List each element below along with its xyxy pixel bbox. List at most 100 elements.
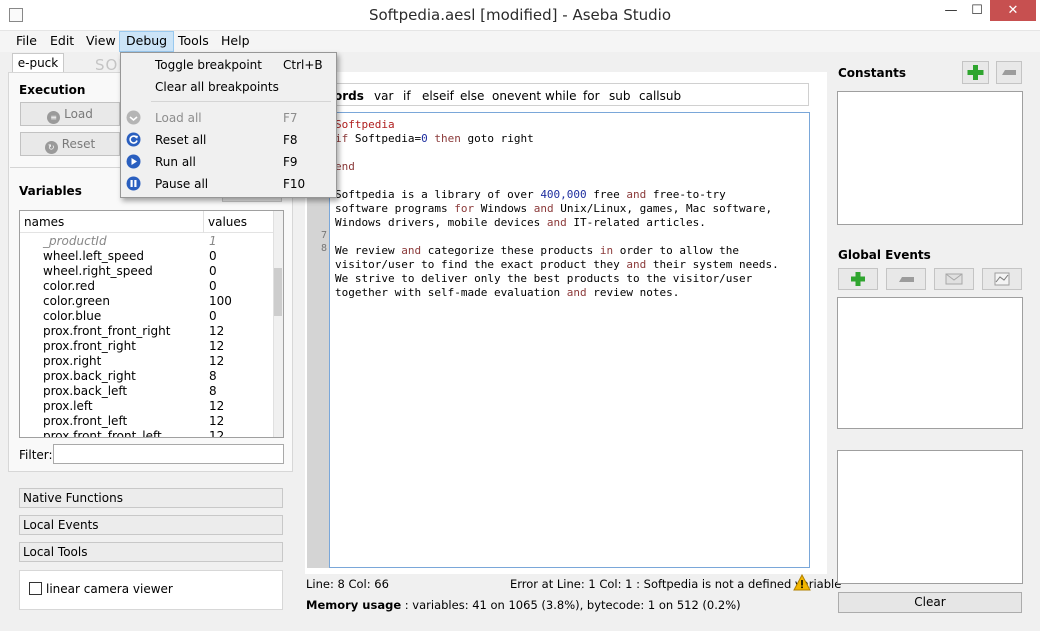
maximize-button[interactable]: ☐ [964, 0, 990, 21]
code-line: We review and categorize these products … [335, 244, 740, 257]
cursor-position: Line: 8 Col: 66 [306, 577, 389, 591]
constants-title: Constants [838, 66, 906, 80]
variables-scrollbar-thumb[interactable] [274, 268, 282, 316]
table-row[interactable]: prox.front_right 12 [20, 339, 275, 354]
global-events-list[interactable] [837, 297, 1023, 429]
local-tools-button[interactable]: Local Tools [19, 542, 283, 562]
menu-edit[interactable]: Edit [44, 31, 80, 52]
reset-label: Reset [61, 137, 96, 151]
eraser-icon [1002, 70, 1016, 75]
menu-tools[interactable]: Tools [172, 31, 215, 52]
variables-title: Variables [19, 184, 82, 198]
menu-debug[interactable]: Debug [119, 31, 175, 52]
code-line: We strive to deliver only the best produ… [335, 272, 753, 285]
add-event-button[interactable] [838, 268, 878, 290]
table-row[interactable]: prox.left 12 [20, 399, 275, 414]
keyword-for[interactable]: for [583, 89, 600, 103]
local-events-button[interactable]: Local Events [19, 515, 283, 535]
remove-event-button[interactable] [886, 268, 926, 290]
table-row[interactable]: wheel.right_speed 0 [20, 264, 275, 279]
table-row[interactable]: prox.back_right 8 [20, 369, 275, 384]
send-event-button[interactable] [934, 268, 974, 290]
keyword-while[interactable]: while [545, 89, 576, 103]
memory-usage-value: : variables: 41 on 1065 (3.8%), bytecode… [401, 598, 741, 612]
variables-table[interactable]: names values _productId 1 wheel.left_spee… [19, 210, 284, 438]
keyword-var[interactable]: var [374, 89, 393, 103]
column-names[interactable]: names [24, 215, 64, 229]
linear-camera-checkbox[interactable] [29, 582, 42, 595]
warning-icon [793, 574, 811, 591]
event-log[interactable] [837, 450, 1023, 584]
code-line: Windows drivers, mobile devices and IT-r… [335, 216, 706, 229]
filter-label: Filter: [19, 448, 53, 462]
table-row[interactable]: color.blue 0 [20, 309, 275, 324]
load-button[interactable]: ≡ Load [20, 102, 120, 126]
add-constant-button[interactable] [962, 61, 989, 84]
table-row[interactable]: prox.back_left 8 [20, 384, 275, 399]
table-row[interactable]: prox.front_front_right 12 [20, 324, 275, 339]
error-message: Error at Line: 1 Col: 1 : Softpedia is n… [510, 577, 842, 591]
table-row[interactable]: color.green 100 [20, 294, 275, 309]
play-icon [126, 154, 141, 169]
column-values[interactable]: values [208, 215, 247, 229]
plot-icon [994, 272, 1010, 286]
window-title: Softpedia.aesl [modified] - Aseba Studio [368, 6, 672, 24]
table-row[interactable]: prox.front_left 12 [20, 414, 275, 429]
envelope-icon [945, 273, 963, 285]
menu-toggle-breakpoint[interactable]: Toggle breakpoint Ctrl+B [121, 55, 336, 75]
menu-separator [151, 101, 331, 102]
plus-icon [967, 65, 984, 80]
minimize-button[interactable]: — [938, 0, 964, 21]
keyword-if[interactable]: if [403, 89, 411, 103]
keyword-callsub[interactable]: callsub [639, 89, 681, 103]
code-line: Softpedia is a library of over 400,000 f… [335, 188, 726, 201]
clear-button[interactable]: Clear [838, 592, 1022, 613]
code-line: Softpedia [335, 118, 395, 131]
linear-camera-label: linear camera viewer [46, 582, 173, 596]
menu-reset-all[interactable]: Reset all F8 [121, 130, 336, 150]
menu-view[interactable]: View [80, 31, 122, 52]
line-number: 8 [320, 243, 327, 254]
keyword-else[interactable]: else [460, 89, 484, 103]
keyword-toolbar: ords var if elseif else onevent while fo… [325, 83, 809, 106]
menu-run-all[interactable]: Run all F9 [121, 152, 336, 172]
eraser-icon [899, 277, 914, 282]
plus-icon [851, 272, 865, 286]
execution-title: Execution [19, 83, 86, 97]
menu-bar: File Edit View Debug Tools Help [0, 31, 1040, 52]
menu-clear-all-breakpoints[interactable]: Clear all breakpoints [121, 77, 336, 97]
table-row[interactable]: prox.front_front_left 12 [20, 429, 275, 437]
code-editor[interactable]: Softpedia if Softpedia=0 then goto right… [329, 112, 810, 568]
menu-load-all[interactable]: Load all F7 [121, 108, 336, 128]
reset-button[interactable]: ↻ Reset [20, 132, 120, 156]
variables-scrollbar[interactable] [273, 211, 283, 437]
load-icon [126, 110, 141, 125]
menu-file[interactable]: File [10, 31, 43, 52]
menu-help[interactable]: Help [215, 31, 256, 52]
table-row[interactable]: prox.right 12 [20, 354, 275, 369]
keyword-elseif[interactable]: elseif [422, 89, 454, 103]
line-number: 7 [320, 230, 327, 241]
keywords-label: ords [334, 89, 364, 103]
remove-constant-button[interactable] [996, 61, 1022, 84]
reset-icon [126, 132, 141, 147]
table-row[interactable]: _productId 1 [20, 234, 275, 249]
keyword-onevent[interactable]: onevent [492, 89, 541, 103]
memory-usage-label: Memory usage [306, 598, 402, 612]
native-functions-button[interactable]: Native Functions [19, 488, 283, 508]
title-bar: Softpedia.aesl [modified] - Aseba Studio… [0, 0, 1040, 31]
constants-list[interactable] [837, 91, 1023, 225]
code-line: software programs for Windows and Unix/L… [335, 202, 773, 215]
debug-menu: Toggle breakpoint Ctrl+B Clear all break… [120, 52, 337, 198]
filter-input[interactable] [53, 444, 284, 464]
code-line: visitor/user to find the exact product t… [335, 258, 779, 271]
code-line: if Softpedia=0 then goto right [335, 132, 534, 145]
table-row[interactable]: wheel.left_speed 0 [20, 249, 275, 264]
plot-event-button[interactable] [982, 268, 1022, 290]
table-row[interactable]: color.red 0 [20, 279, 275, 294]
tab-e-puck[interactable]: e-puck [12, 53, 64, 73]
close-button[interactable]: ✕ [990, 0, 1036, 21]
menu-pause-all[interactable]: Pause all F10 [121, 174, 336, 194]
keyword-sub[interactable]: sub [609, 89, 630, 103]
code-line: end [335, 160, 355, 173]
